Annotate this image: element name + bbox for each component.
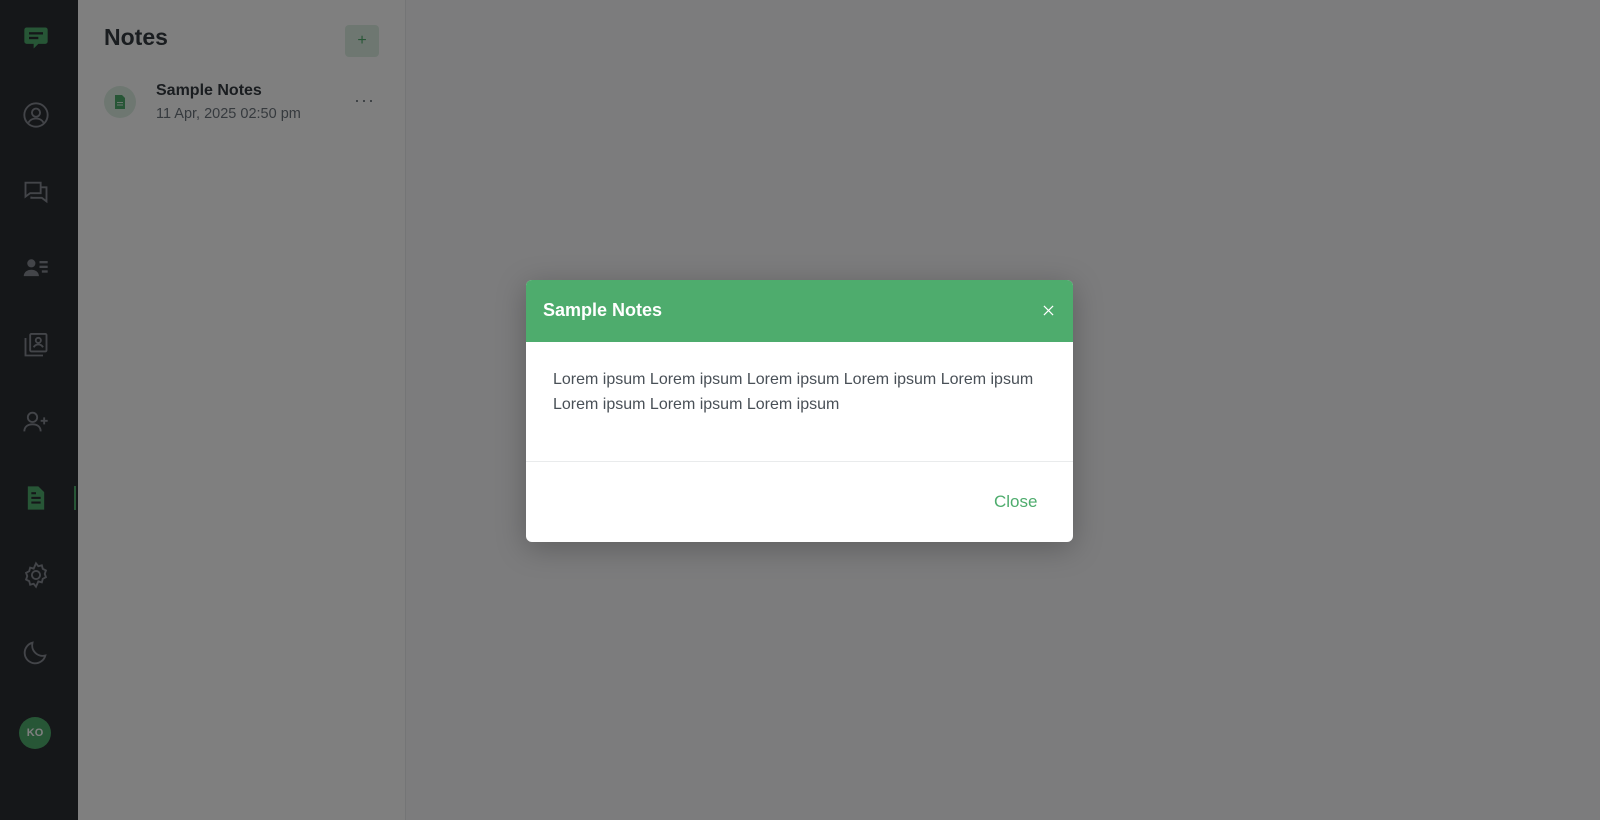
modal-body-text: Lorem ipsum Lorem ipsum Lorem ipsum Lore… <box>553 371 1034 413</box>
note-modal: Sample Notes Lorem ipsum Lorem ipsum Lor… <box>526 280 1073 542</box>
divider <box>526 461 1073 462</box>
close-button[interactable]: Close <box>990 490 1041 514</box>
modal-title: Sample Notes <box>543 300 663 320</box>
close-icon[interactable] <box>1038 300 1058 320</box>
modal-header: Sample Notes <box>526 280 1073 342</box>
